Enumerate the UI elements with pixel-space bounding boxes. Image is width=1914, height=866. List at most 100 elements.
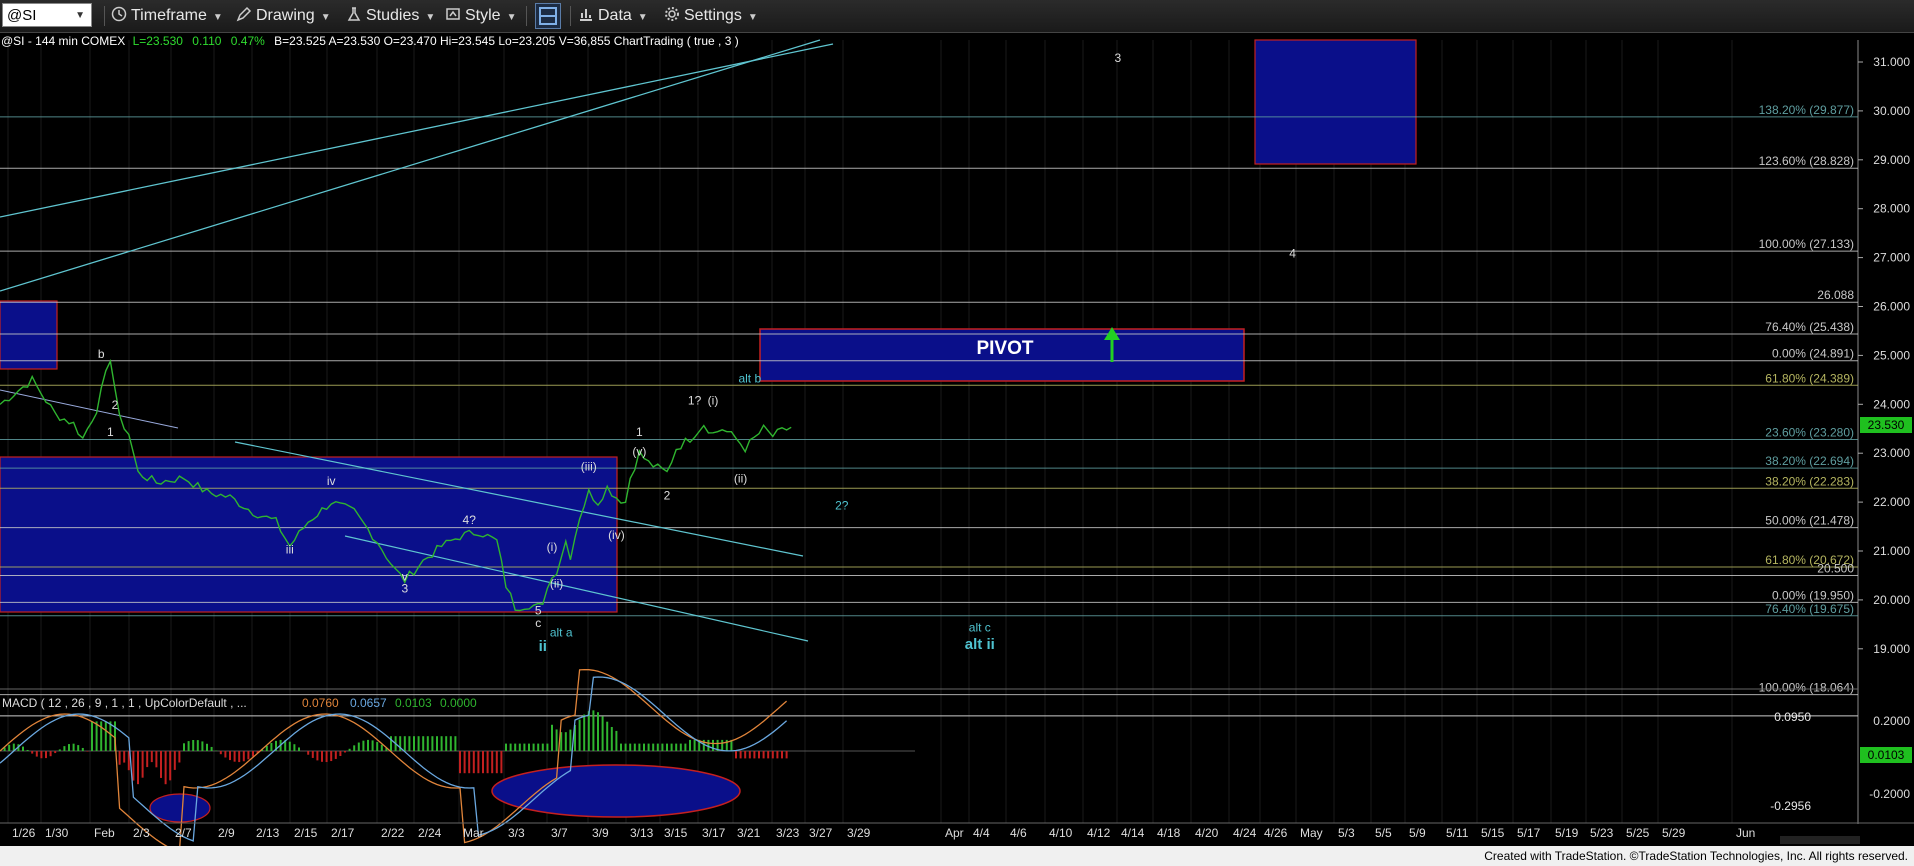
- symbol-value: @SI: [7, 7, 37, 24]
- x-tick-label: 1/26: [12, 826, 36, 840]
- data-menu[interactable]: Data ▼: [578, 4, 648, 28]
- wave-label: iv: [327, 474, 336, 488]
- x-tick-label: 1/30: [45, 826, 69, 840]
- y-tick-label: 21.000: [1873, 544, 1910, 558]
- layout-button[interactable]: [535, 3, 561, 29]
- macd-value-1: 0.0760: [302, 696, 339, 710]
- macd-value-2: 0.0657: [350, 696, 387, 710]
- target-box-left: [0, 300, 58, 370]
- pivot-label: PIVOT: [976, 338, 1033, 359]
- wave-label: 1: [636, 425, 643, 439]
- x-tick-label: 3/17: [702, 826, 726, 840]
- separator: [526, 6, 527, 26]
- studies-label: Studies: [366, 7, 420, 24]
- timeframe-menu[interactable]: Timeframe ▼: [111, 4, 223, 28]
- x-tick-label: 3/29: [847, 826, 871, 840]
- style-icon: [446, 8, 460, 20]
- wave-label: c: [535, 616, 541, 630]
- x-tick-label: 5/9: [1409, 826, 1426, 840]
- symbol-input[interactable]: @SI ▼: [2, 3, 92, 27]
- macd-label: MACD ( 12 , 26 , 9 , 1 , 1 , UpColorDefa…: [2, 696, 247, 710]
- footer-text: Created with TradeStation. ©TradeStation…: [1484, 849, 1908, 863]
- support-box: [0, 456, 618, 613]
- symbol-info: @SI - 144 min COMEX: [1, 34, 125, 48]
- style-menu[interactable]: Style ▼: [445, 4, 516, 28]
- separator: [570, 6, 571, 26]
- y-tick-label: 22.000: [1873, 495, 1910, 509]
- footer: Created with TradeStation. ©TradeStation…: [0, 846, 1914, 866]
- y-tick-label: 30.000: [1873, 104, 1910, 118]
- x-tick-label: 2/9: [218, 826, 235, 840]
- drawing-menu[interactable]: Drawing ▼: [236, 4, 331, 28]
- x-tick-label: Apr: [945, 826, 964, 840]
- chevron-down-icon: ▼: [747, 12, 758, 23]
- fib-label: 23.60% (23.280): [1765, 426, 1854, 440]
- x-tick-label: 3/3: [508, 826, 525, 840]
- current-price-text: 23.530: [1868, 418, 1905, 432]
- x-tick-label: 3/23: [776, 826, 800, 840]
- macd-ellipse-left: [149, 793, 211, 823]
- x-tick-label: 2/24: [418, 826, 442, 840]
- x-tick-label: 4/4: [973, 826, 990, 840]
- last-price: L=23.530: [133, 34, 184, 48]
- fib-label: 100.00% (18.064): [1759, 681, 1854, 695]
- chevron-down-icon: ▼: [425, 12, 436, 23]
- quote-details: B=23.525 A=23.530 O=23.470 Hi=23.545 Lo=…: [274, 34, 739, 48]
- x-tick-label: 3/13: [630, 826, 654, 840]
- macd-current-text: 0.0103: [1868, 748, 1905, 762]
- y-tick-label: 31.000: [1873, 55, 1910, 69]
- scrollbar[interactable]: [1780, 836, 1860, 844]
- net-change: 0.110: [192, 34, 221, 48]
- x-tick-label: 3/7: [551, 826, 568, 840]
- drawing-label: Drawing: [256, 7, 315, 24]
- bar-chart-icon: [580, 9, 592, 21]
- wave-label: 1?: [688, 393, 702, 407]
- wave-label: alt c: [969, 621, 991, 635]
- wave-label: (ii): [734, 472, 747, 486]
- settings-menu[interactable]: Settings ▼: [664, 4, 758, 28]
- fib-label: 100.00% (27.133): [1759, 237, 1854, 251]
- x-tick-label: 5/23: [1590, 826, 1614, 840]
- x-tick-label: 2/3: [133, 826, 150, 840]
- macd-ellipse-right: [491, 764, 741, 818]
- gear-icon: [665, 7, 679, 21]
- price-chart[interactable]: 138.20% (29.877) 123.60% (28.828) 100.00% …: [0, 33, 1914, 846]
- timeframe-label: Timeframe: [131, 7, 207, 24]
- x-tick-label: May: [1300, 826, 1323, 840]
- x-tick-label: 4/14: [1121, 826, 1145, 840]
- data-label: Data: [598, 7, 632, 24]
- wave-label: 2: [664, 489, 671, 503]
- chevron-down-icon[interactable]: ▼: [75, 4, 85, 28]
- wave-label: alt b: [738, 371, 761, 385]
- x-tick-label: 5/19: [1555, 826, 1579, 840]
- fib-label: 20.500: [1817, 561, 1854, 575]
- x-tick-label: 4/26: [1264, 826, 1288, 840]
- x-tick-label: 2/22: [381, 826, 405, 840]
- wave-label: alt a: [550, 626, 573, 640]
- wave-label: b: [98, 347, 105, 361]
- x-tick-label: 4/12: [1087, 826, 1111, 840]
- wave-label: 1: [107, 425, 114, 439]
- fib-label: 50.00% (21.478): [1765, 514, 1854, 528]
- separator: [104, 6, 105, 26]
- y-tick-label: 29.000: [1873, 153, 1910, 167]
- x-tick-label: 5/15: [1481, 826, 1505, 840]
- x-tick-label: 2/17: [331, 826, 355, 840]
- x-tick-label: 4/6: [1010, 826, 1027, 840]
- x-tick-label: 2/13: [256, 826, 280, 840]
- x-tick-label: 3/27: [809, 826, 833, 840]
- y-tick-label: 20.000: [1873, 593, 1910, 607]
- chevron-down-icon: ▼: [637, 12, 648, 23]
- wave-label: 3: [401, 582, 408, 596]
- target-box-3: [1254, 39, 1417, 165]
- chevron-down-icon: ▼: [320, 12, 331, 23]
- studies-menu[interactable]: Studies ▼: [346, 4, 435, 28]
- toolbar: @SI ▼ Timeframe ▼ Drawing ▼ Studies ▼ Style ▼…: [0, 0, 1914, 33]
- x-tick-label: 5/29: [1662, 826, 1686, 840]
- wave-label: ii: [539, 638, 547, 655]
- y-tick-label: 26.000: [1873, 300, 1910, 314]
- fib-label: 38.20% (22.283): [1765, 474, 1854, 488]
- wave-label: (iii): [581, 459, 597, 473]
- macd-level-high: 0.0950: [1774, 710, 1811, 724]
- y-tick-label: 23.000: [1873, 446, 1910, 460]
